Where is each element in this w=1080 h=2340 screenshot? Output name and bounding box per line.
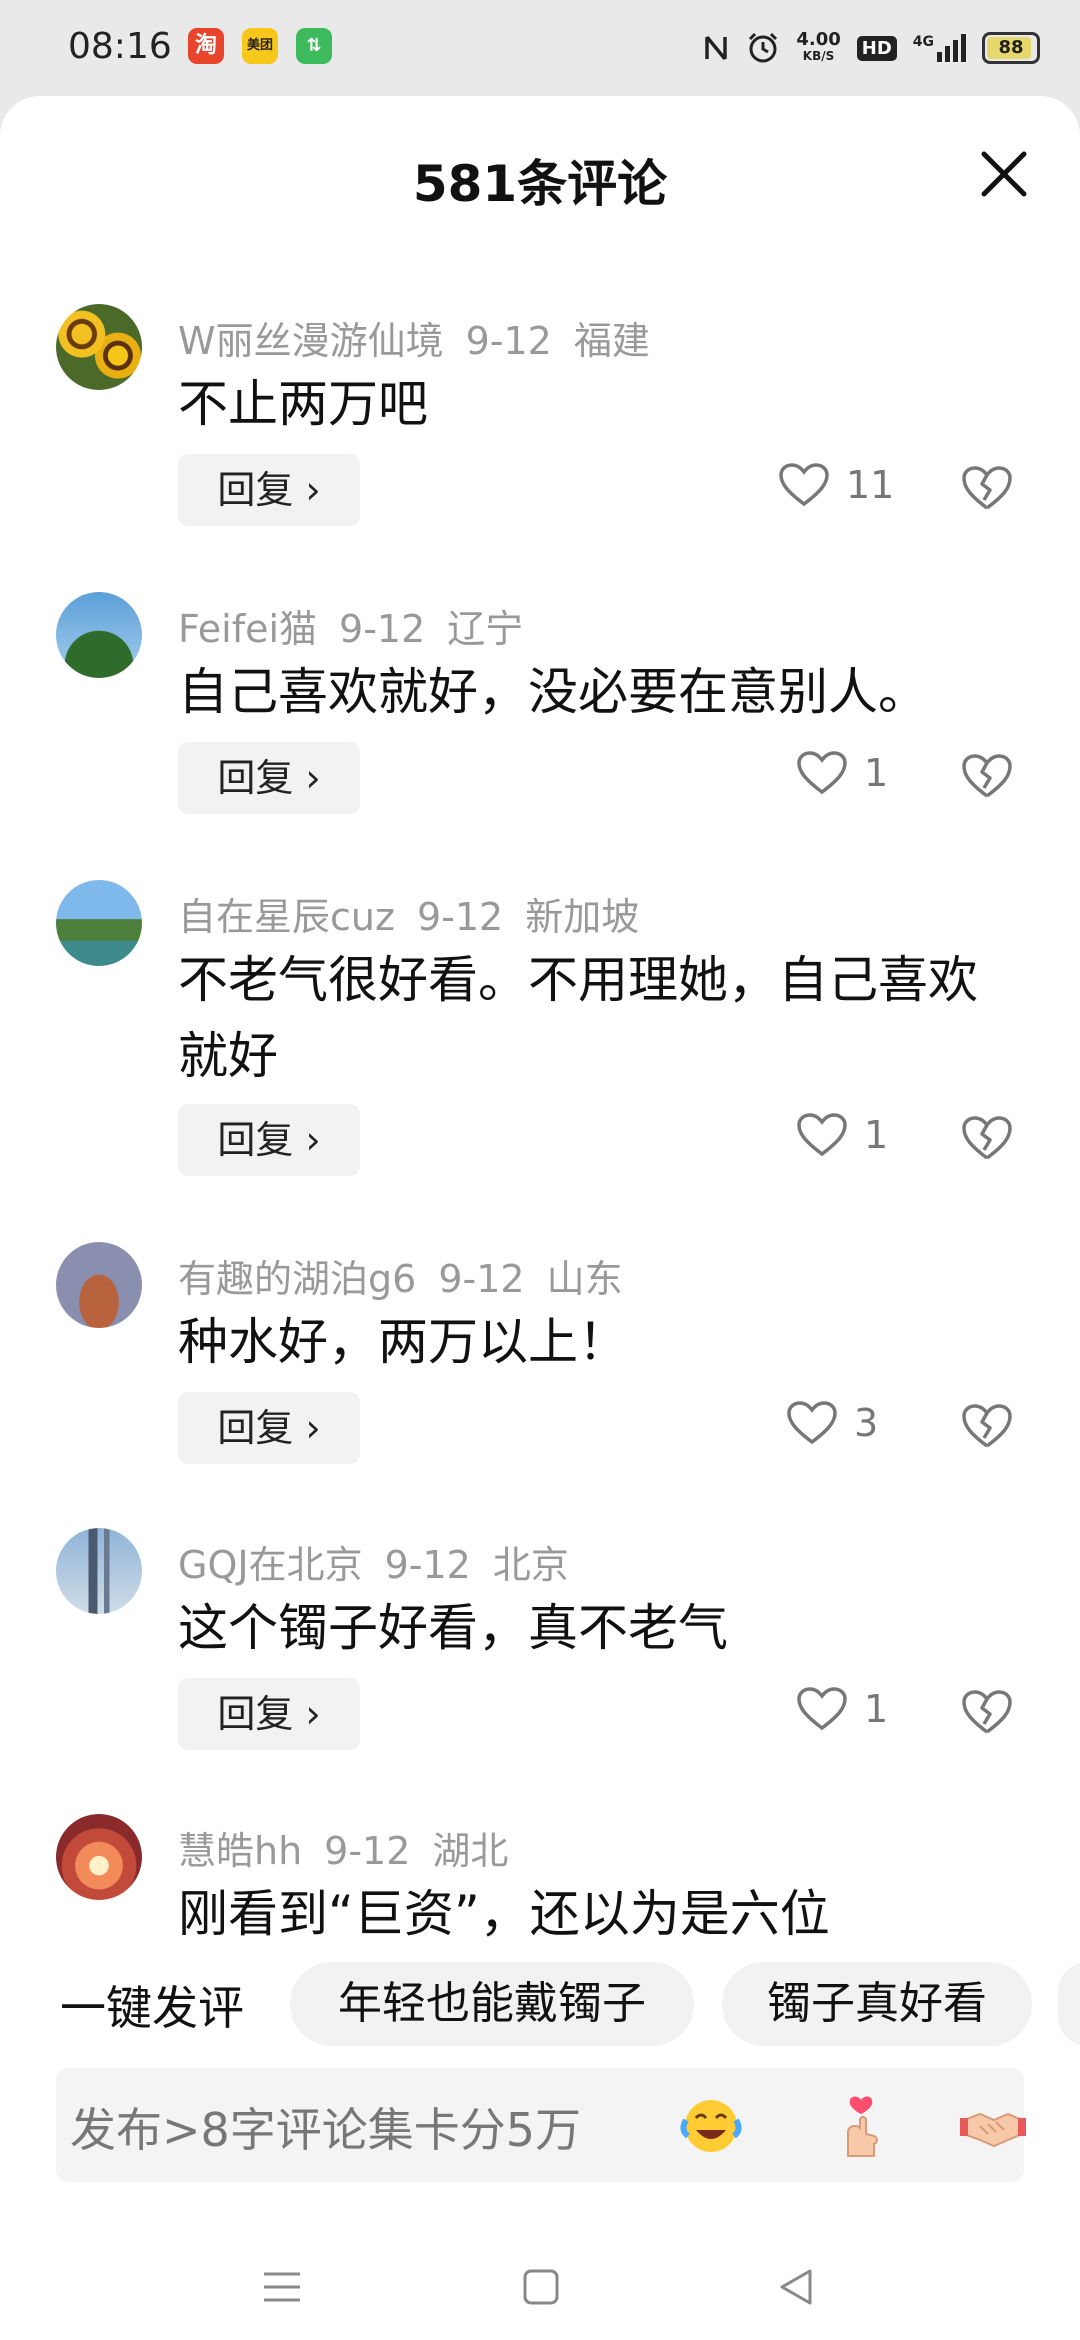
username[interactable]: 自在星辰cuz xyxy=(178,895,395,939)
reply-button[interactable]: 回复 › xyxy=(178,742,360,814)
comment-input-placeholder: 发布>8字评论集卡分5万 xyxy=(70,2103,582,2157)
home-icon[interactable] xyxy=(522,2268,560,2306)
laugh-cry-emoji-icon[interactable] xyxy=(676,2090,746,2160)
quick-comment-label: 一键发评 xyxy=(60,1981,244,2035)
comment-item: W丽丝漫游仙境 9-12 福建 不止两万吧 回复 › 11 xyxy=(0,290,1080,550)
like-count: 11 xyxy=(846,463,895,507)
comments-title: 581条评论 xyxy=(412,155,668,213)
comment-location: 福建 xyxy=(573,319,650,363)
broken-heart-icon[interactable] xyxy=(960,464,1014,512)
reply-button[interactable]: 回复 › xyxy=(178,1392,360,1464)
username[interactable]: Feifei猫 xyxy=(178,607,317,651)
reply-button[interactable]: 回复 › xyxy=(178,1104,360,1176)
transfer-icon: ⇅ xyxy=(296,28,332,64)
broken-heart-icon[interactable] xyxy=(960,1688,1014,1736)
comment-location: 辽宁 xyxy=(447,607,524,651)
comment-date: 9-12 xyxy=(324,1829,411,1873)
comment-item: 慧皓hh 9-12 湖北 刚看到“巨资”，还以为是六位 xyxy=(0,1800,1080,1950)
like-button[interactable]: 1 xyxy=(796,1686,888,1732)
comment-text: 自己喜欢就好，没必要在意别人。 xyxy=(178,663,928,721)
comment-date: 9-12 xyxy=(339,607,426,651)
reply-button[interactable]: 回复 › xyxy=(178,1678,360,1750)
quick-comment-chip-partial[interactable] xyxy=(1058,1962,1080,2046)
meituan-icon: 美团 xyxy=(242,28,278,64)
heart-icon xyxy=(779,463,829,507)
like-count: 3 xyxy=(854,1401,879,1445)
heart-icon xyxy=(787,1401,837,1445)
broken-heart-icon[interactable] xyxy=(960,752,1014,800)
avatar[interactable] xyxy=(56,1814,142,1900)
like-count: 1 xyxy=(864,1113,889,1157)
status-indicators: 4.00 KB/S HD 4G 88 xyxy=(702,26,1040,70)
comment-item: 有趣的湖泊g6 9-12 山东 种水好，两万以上！ 回复 › 3 xyxy=(0,1228,1080,1488)
comment-date: 9-12 xyxy=(465,319,552,363)
system-nav-bar xyxy=(0,2240,1080,2340)
signal-icon: 4G xyxy=(913,34,966,62)
avatar[interactable] xyxy=(56,1242,142,1328)
username[interactable]: W丽丝漫游仙境 xyxy=(178,319,444,363)
comment-text: 不止两万吧 xyxy=(178,375,428,433)
taobao-icon: 淘 xyxy=(188,28,224,64)
battery-icon: 88 xyxy=(982,32,1040,64)
avatar[interactable] xyxy=(56,1528,142,1614)
like-button[interactable]: 1 xyxy=(796,750,888,796)
close-icon[interactable] xyxy=(976,146,1032,202)
comment-location: 山东 xyxy=(546,1257,623,1301)
comment-date: 9-12 xyxy=(416,895,504,939)
avatar[interactable] xyxy=(56,880,142,966)
comment-location: 新加坡 xyxy=(525,895,640,939)
avatar[interactable] xyxy=(56,592,142,678)
broken-heart-icon[interactable] xyxy=(960,1114,1014,1162)
comment-text: 这个镯子好看，真不老气 xyxy=(178,1599,728,1657)
comment-text: 不老气很好看。不用理她，自己喜欢就好 xyxy=(178,951,978,1085)
comment-location: 北京 xyxy=(492,1543,569,1587)
comment-text: 种水好，两万以上！ xyxy=(178,1313,628,1371)
broken-heart-icon[interactable] xyxy=(960,1402,1014,1450)
like-button[interactable]: 1 xyxy=(796,1112,888,1158)
comment-item: GQJ在北京 9-12 北京 这个镯子好看，真不老气 回复 › 1 xyxy=(0,1514,1080,1774)
comment-meta: 自在星辰cuz 9-12 新加坡 xyxy=(178,886,661,941)
username[interactable]: 有趣的湖泊g6 xyxy=(178,1257,416,1301)
avatar[interactable] xyxy=(56,304,142,390)
like-count: 1 xyxy=(864,1687,889,1731)
status-bar: 08:16 淘 美团 ⇅ 4.00 KB/S HD 4G 88 xyxy=(0,0,1080,96)
comment-meta: 慧皓hh 9-12 湖北 xyxy=(178,1820,530,1875)
comment-text: 刚看到“巨资”，还以为是六位 xyxy=(178,1885,830,1943)
finger-heart-emoji-icon[interactable] xyxy=(826,2090,896,2160)
comment-meta: 有趣的湖泊g6 9-12 山东 xyxy=(178,1248,645,1303)
like-count: 1 xyxy=(864,751,889,795)
heart-icon xyxy=(797,1113,847,1157)
comment-input[interactable]: 发布>8字评论集卡分5万 xyxy=(56,2068,1026,2182)
comment-meta: GQJ在北京 9-12 北京 xyxy=(178,1534,591,1589)
nfc-icon xyxy=(705,35,728,61)
heart-icon xyxy=(797,1687,847,1731)
status-time: 08:16 xyxy=(68,26,172,67)
comment-date: 9-12 xyxy=(438,1257,525,1301)
quick-comment-bar: 一键发评 年轻也能戴镯子 镯子真好看 xyxy=(0,1960,1080,2050)
username[interactable]: GQJ在北京 xyxy=(178,1543,363,1587)
username[interactable]: 慧皓hh xyxy=(178,1829,302,1873)
menu-icon[interactable] xyxy=(262,2270,302,2304)
like-button[interactable]: 11 xyxy=(778,462,894,508)
like-button[interactable]: 3 xyxy=(786,1400,878,1446)
reply-button[interactable]: 回复 › xyxy=(178,454,360,526)
comment-meta: Feifei猫 9-12 辽宁 xyxy=(178,598,545,653)
comment-item: Feifei猫 9-12 辽宁 自己喜欢就好，没必要在意别人。 回复 › 1 xyxy=(0,578,1080,838)
handshake-emoji-icon[interactable] xyxy=(958,2090,1028,2160)
comment-date: 9-12 xyxy=(384,1543,471,1587)
network-speed: 4.00 KB/S xyxy=(796,29,841,64)
hd-badge: HD xyxy=(856,35,897,61)
alarm-icon xyxy=(749,32,778,63)
quick-comment-chip[interactable]: 镯子真好看 xyxy=(722,1962,1032,2046)
quick-comment-chip[interactable]: 年轻也能戴镯子 xyxy=(290,1962,694,2046)
comment-meta: W丽丝漫游仙境 9-12 福建 xyxy=(178,310,672,365)
comment-location: 湖北 xyxy=(432,1829,509,1873)
back-icon[interactable] xyxy=(778,2268,814,2306)
comment-item: 自在星辰cuz 9-12 新加坡 不老气很好看。不用理她，自己喜欢就好 回复 › 1 xyxy=(0,866,1080,1196)
heart-icon xyxy=(797,751,847,795)
